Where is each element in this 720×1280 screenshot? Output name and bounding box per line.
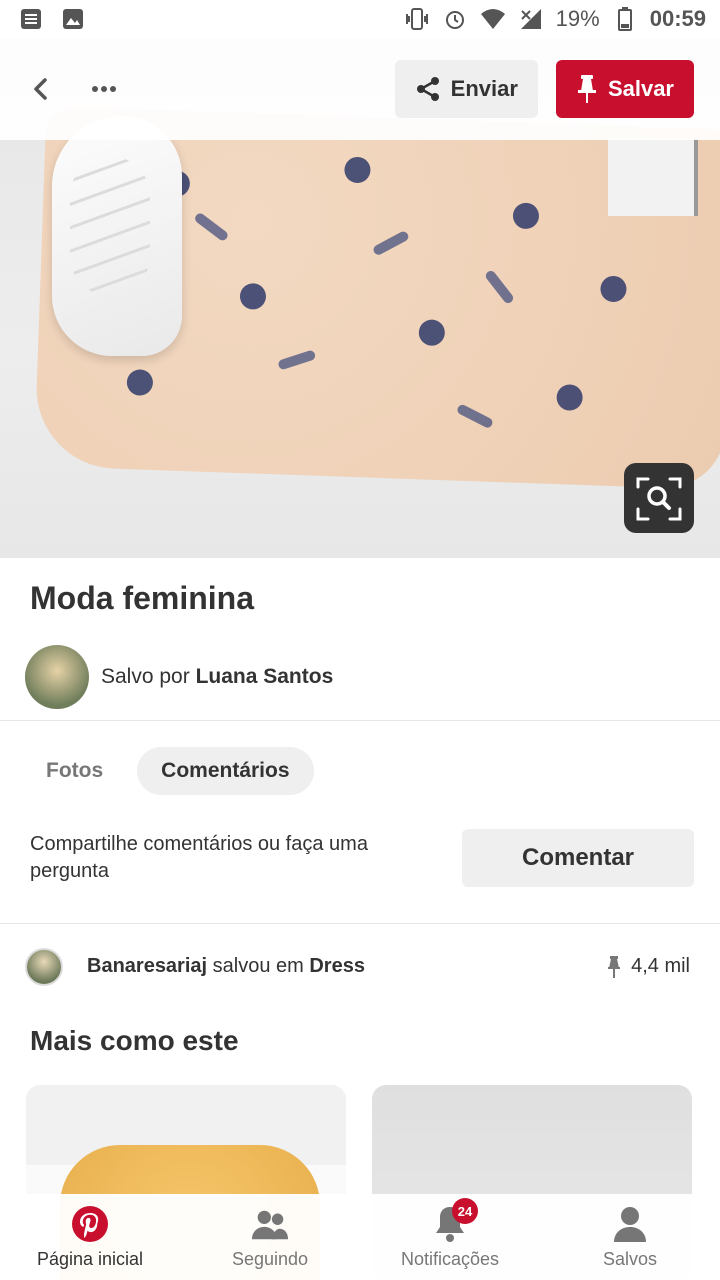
share-icon bbox=[416, 77, 439, 101]
ellipsis-icon bbox=[92, 86, 116, 92]
pin-icon bbox=[577, 75, 596, 103]
pin-details: Moda feminina Salvo por Luana Santos Fot… bbox=[0, 558, 720, 1280]
nav-following-label: Seguindo bbox=[231, 1248, 309, 1269]
profile-icon bbox=[611, 1205, 649, 1243]
save-label: Salvar bbox=[607, 76, 674, 101]
back-button[interactable] bbox=[26, 75, 54, 103]
battery-icon bbox=[612, 7, 638, 31]
tab-comments[interactable]: Comentários bbox=[137, 747, 314, 795]
save-count-value: 4,4 mil bbox=[631, 955, 690, 977]
vibrate-icon bbox=[404, 8, 430, 30]
lens-search-icon bbox=[636, 477, 682, 521]
wifi-icon bbox=[480, 8, 506, 30]
people-icon bbox=[251, 1205, 289, 1243]
nav-saved[interactable]: Salvos bbox=[540, 1194, 720, 1280]
nav-home[interactable]: Página inicial bbox=[0, 1194, 180, 1280]
avatar[interactable] bbox=[25, 947, 63, 986]
notification-badge: 24 bbox=[452, 1198, 478, 1224]
saved-by-row[interactable]: Salvo por Luana Santos bbox=[0, 638, 720, 716]
avatar[interactable] bbox=[25, 645, 89, 709]
comment-prompt: Compartilhe comentários ou faça uma perg… bbox=[30, 833, 368, 882]
activity-user[interactable]: Banaresariaj bbox=[87, 955, 207, 977]
clock: 00:59 bbox=[649, 6, 706, 31]
save-button[interactable]: Salvar bbox=[555, 60, 694, 118]
nav-saved-label: Salvos bbox=[602, 1248, 658, 1269]
send-button[interactable]: Enviar bbox=[394, 60, 538, 118]
pin-icon bbox=[608, 955, 621, 978]
activity-board[interactable]: Dress bbox=[309, 955, 365, 977]
book-photo bbox=[608, 138, 698, 216]
pin-title: Moda feminina bbox=[30, 580, 255, 616]
send-label: Enviar bbox=[450, 76, 518, 101]
alarm-icon bbox=[442, 8, 468, 30]
tab-bar: Fotos Comentários bbox=[0, 721, 720, 795]
visual-search-button[interactable] bbox=[624, 463, 694, 533]
more-options-button[interactable] bbox=[84, 75, 124, 103]
signal-icon bbox=[518, 8, 544, 30]
saved-by-prefix: Salvo por bbox=[101, 665, 190, 688]
top-bar: Enviar Salvar bbox=[0, 38, 720, 140]
activity-row[interactable]: Banaresariaj salvou em Dress 4,4 mil bbox=[0, 923, 720, 1009]
nav-notifications-label: Notificações bbox=[400, 1248, 500, 1269]
battery-percent: 19% bbox=[555, 6, 600, 31]
tab-photos[interactable]: Fotos bbox=[22, 747, 127, 795]
save-count: 4,4 mil bbox=[607, 955, 690, 979]
sneaker-photo bbox=[52, 116, 182, 356]
activity-action: salvou em bbox=[212, 955, 304, 977]
notes-icon bbox=[18, 8, 44, 30]
nav-following[interactable]: Seguindo bbox=[180, 1194, 360, 1280]
pinterest-logo-icon bbox=[71, 1205, 109, 1243]
image-icon bbox=[60, 8, 86, 30]
comment-button[interactable]: Comentar bbox=[462, 829, 694, 887]
comment-row: Compartilhe comentários ou faça uma perg… bbox=[0, 795, 720, 897]
bottom-nav: Página inicial Seguindo 24 Notificações … bbox=[0, 1194, 720, 1280]
more-like-this-title: Mais como este bbox=[30, 1025, 239, 1056]
nav-home-label: Página inicial bbox=[36, 1248, 144, 1269]
chevron-left-icon bbox=[34, 78, 47, 100]
status-bar: 19% 00:59 bbox=[0, 0, 720, 38]
nav-notifications[interactable]: 24 Notificações bbox=[360, 1194, 540, 1280]
saved-by-user[interactable]: Luana Santos bbox=[196, 665, 334, 688]
